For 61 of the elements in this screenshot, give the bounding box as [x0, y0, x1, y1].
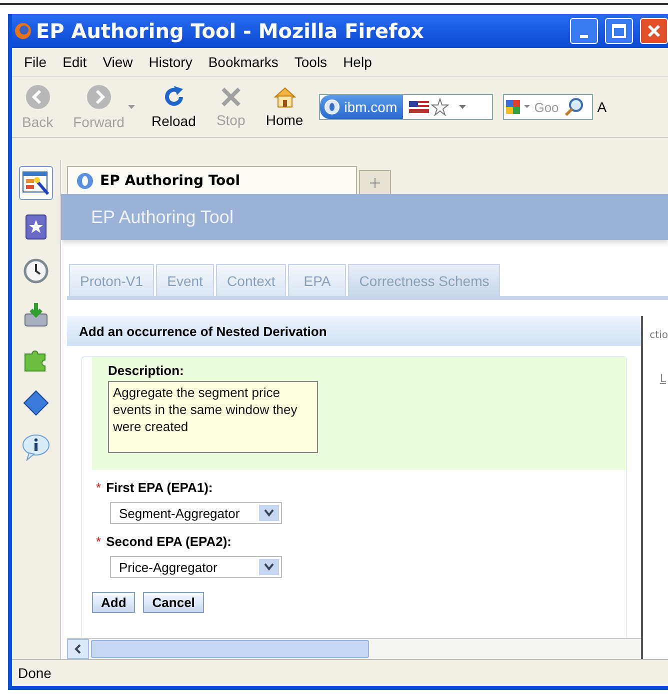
scrollbar[interactable]	[67, 638, 641, 659]
site-identity[interactable]: ibm.com	[320, 95, 404, 119]
star-icon[interactable]	[431, 98, 450, 116]
scroll-thumb[interactable]	[91, 640, 369, 658]
field-label: Second EPA (EPA2):	[106, 534, 232, 549]
globe-icon	[324, 99, 340, 115]
toolbar-label: A	[597, 99, 607, 115]
globe-icon	[76, 172, 94, 190]
dropdown[interactable]: Segment-Aggregator	[110, 502, 282, 524]
dialog-title: Add an occurrence of Nested Derivation	[67, 316, 641, 346]
toolbar-button[interactable]: Home	[256, 86, 314, 128]
clock-icon	[23, 258, 49, 284]
menu-item[interactable]: File	[16, 54, 55, 70]
caret-icon	[259, 559, 279, 575]
menu-item[interactable]: Tools	[286, 54, 336, 70]
star-book-icon	[24, 214, 48, 240]
address-bar[interactable]: ibm.com	[319, 94, 494, 120]
link[interactable]: L	[660, 372, 666, 385]
required-mark: *	[96, 534, 102, 549]
caret-icon	[259, 505, 279, 521]
flag-icon	[409, 101, 430, 113]
maximize-button[interactable]	[605, 18, 633, 44]
window-title: EP Authoring Tool - Mozilla Firefox	[36, 19, 425, 43]
browser-logo-icon	[14, 22, 32, 40]
minimize-button[interactable]	[570, 18, 598, 44]
toolbar-button[interactable]: Reload	[141, 85, 206, 129]
status-text: Done	[12, 659, 668, 686]
plus-icon	[370, 178, 380, 188]
download-icon	[23, 302, 49, 328]
dropdown[interactable]: Price-Aggregator	[110, 556, 282, 578]
maximize-icon	[612, 24, 626, 38]
menu-item[interactable]: History	[140, 54, 200, 70]
dropdown-caret-icon[interactable]	[459, 105, 466, 109]
close-button[interactable]	[640, 18, 668, 44]
dialog-button[interactable]: Cancel	[143, 592, 204, 613]
home-icon	[272, 86, 297, 108]
app-header: EP Authoring Tool	[61, 194, 668, 240]
sidebar-button[interactable]	[19, 166, 53, 200]
close-icon	[647, 24, 661, 38]
scroll-left-button[interactable]	[67, 639, 89, 659]
required-mark: *	[96, 480, 102, 495]
menu-item[interactable]: Bookmarks	[200, 54, 286, 70]
field-label: First EPA (EPA1):	[106, 480, 213, 495]
menu-item[interactable]: Help	[335, 54, 380, 70]
minimize-icon	[580, 34, 588, 38]
forward-icon	[86, 84, 112, 110]
new-tab-button[interactable]	[359, 170, 391, 194]
menu-item[interactable]: Edit	[54, 54, 95, 70]
dropdown-caret-icon[interactable]	[128, 105, 136, 109]
description-field[interactable]: Aggregate the segment price events in the same window they were created	[108, 381, 318, 453]
stop-icon	[220, 86, 242, 108]
field-label: Description:	[108, 363, 185, 378]
browser-tab[interactable]: EP Authoring Tool	[67, 166, 357, 194]
menu-item[interactable]: View	[94, 54, 141, 70]
dialog-button[interactable]: Add	[92, 592, 136, 613]
column-header: ctio	[650, 330, 668, 341]
search-icon[interactable]	[564, 97, 584, 117]
search-engine-icon[interactable]	[504, 98, 532, 116]
editor-icon	[22, 170, 50, 196]
info-icon	[21, 433, 51, 461]
back-icon	[24, 84, 51, 110]
